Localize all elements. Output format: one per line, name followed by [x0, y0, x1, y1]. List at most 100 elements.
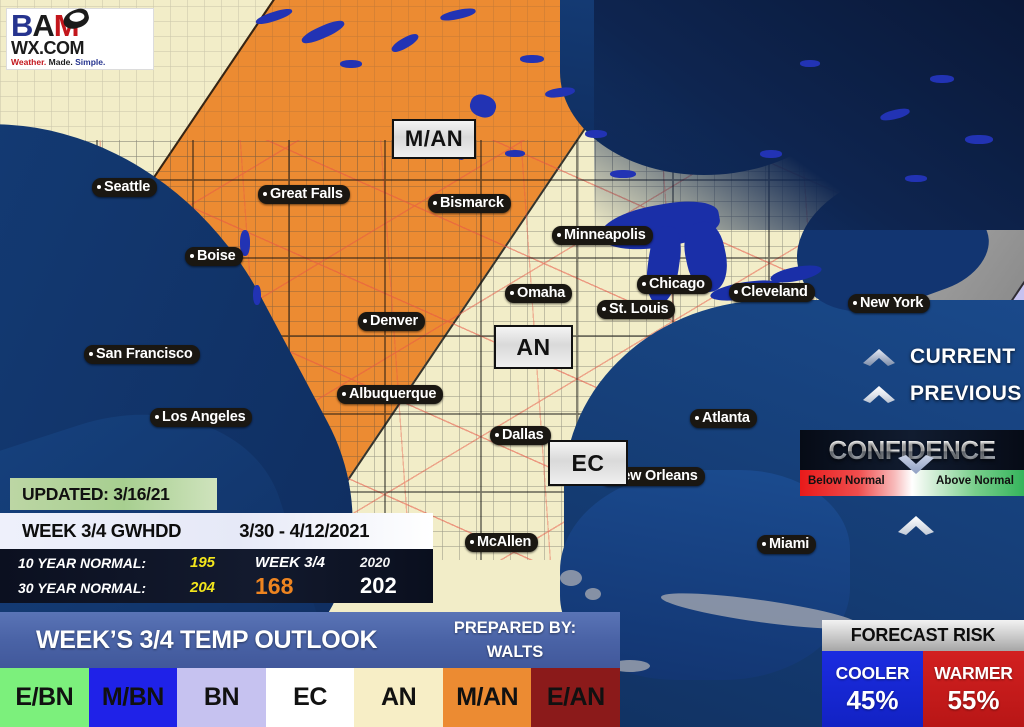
city-label: Cleveland: [729, 283, 815, 302]
lake-fleck: [253, 285, 261, 305]
lake-fleck: [965, 135, 993, 144]
current-indicator: CURRENT: [862, 345, 1015, 369]
island: [560, 570, 582, 586]
city-marker-dot: [433, 201, 437, 205]
legend-swatch-label: E/BN: [15, 683, 74, 711]
city-marker-dot: [470, 540, 474, 544]
legend-swatch-e-bn[interactable]: E/BN: [0, 668, 89, 727]
updated-text: UPDATED: 3/16/21: [22, 483, 170, 504]
row-value-10yr: 195: [190, 554, 216, 571]
city-name: Denver: [370, 313, 418, 329]
bamwx-logo: BAM WX.COM Weather. Made. Simple.: [6, 6, 154, 70]
city-marker-dot: [642, 282, 646, 286]
gwhdd-stats-table: 10 YEAR NORMAL: 195 WEEK 3/4 2020 30 YEA…: [0, 549, 433, 603]
row-value-30yr: 204: [190, 579, 216, 596]
tagline-made: Made.: [48, 57, 73, 67]
lake-fleck: [340, 60, 362, 68]
week-value: 168: [255, 573, 294, 599]
legend-swatch-label: BN: [203, 683, 240, 711]
prepared-by-label: PREPARED BY:: [453, 619, 577, 637]
tagline-simple: Simple.: [75, 57, 106, 67]
current-label: CURRENT: [910, 345, 1016, 368]
legend-swatch-label: M/AN: [456, 683, 519, 711]
city-label: Boise: [185, 247, 243, 266]
below-normal-label: Below Normal: [808, 475, 885, 487]
warmer-label: WARMER: [934, 662, 1013, 683]
city-name: Boise: [197, 248, 236, 264]
city-marker-dot: [853, 301, 857, 305]
zone-label-text: AN: [516, 333, 551, 360]
forecast-risk-body: COOLER 45% WARMER 55%: [822, 651, 1024, 727]
lake-fleck: [800, 60, 820, 67]
legend-swatch-e-an[interactable]: E/AN: [531, 668, 621, 727]
product-header-bar: WEEK 3/4 GWHDD 3/30 - 4/12/2021: [0, 513, 433, 549]
above-normal-label: Above Normal: [936, 475, 1014, 487]
legend-swatch-bn[interactable]: BN: [177, 668, 266, 727]
city-marker-dot: [363, 319, 367, 323]
legend-swatch-m-an[interactable]: M/AN: [442, 668, 532, 727]
city-label: San Francisco: [84, 345, 200, 364]
city-marker-dot: [155, 415, 159, 419]
city-label: Dallas: [490, 426, 551, 445]
lake-fleck: [585, 130, 607, 138]
prepared-by-name: WALTS: [486, 643, 544, 661]
temperature-legend: E/BN M/BN BN EC AN M/AN E/AN: [0, 668, 621, 727]
city-label: Omaha: [505, 284, 573, 303]
city-name: Los Angeles: [162, 409, 246, 425]
previous-label: PREVIOUS: [910, 382, 1022, 405]
lake-fleck: [905, 175, 927, 182]
warmer-risk-cell: WARMER 55%: [923, 651, 1024, 727]
legend-swatch-label: AN: [381, 683, 417, 711]
city-marker-dot: [602, 307, 606, 311]
logo-tagline: Weather. Made. Simple.: [11, 57, 149, 67]
city-label: Los Angeles: [150, 408, 253, 427]
city-name: Albuquerque: [349, 386, 437, 402]
tagline-weather: Weather.: [11, 57, 47, 67]
city-name: Seattle: [104, 179, 151, 195]
legend-swatch-an[interactable]: AN: [354, 668, 443, 727]
legend-swatch-label: M/BN: [101, 683, 164, 711]
zone-label-box: AN: [494, 325, 573, 369]
cooler-risk-cell: COOLER 45%: [822, 651, 923, 727]
chevron-up-icon: [863, 349, 895, 366]
city-label: New York: [848, 294, 931, 313]
city-label: Minneapolis: [552, 226, 653, 245]
row-label-10yr: 10 YEAR NORMAL:: [18, 555, 147, 571]
lake-fleck: [505, 150, 525, 157]
cooler-label: COOLER: [835, 662, 910, 683]
forecast-risk-title: FORECAST RISK: [850, 625, 996, 645]
lake-fleck: [760, 150, 782, 158]
city-marker-dot: [97, 185, 101, 189]
city-name: Atlanta: [702, 410, 750, 426]
lake-fleck: [610, 170, 636, 178]
zone-label-text: EC: [571, 449, 605, 476]
city-name: McAllen: [477, 534, 532, 550]
legend-swatch-label: E/AN: [546, 683, 605, 711]
island: [585, 588, 601, 600]
city-marker-dot: [762, 542, 766, 546]
city-marker-dot: [734, 290, 738, 294]
city-label: McAllen: [465, 533, 539, 552]
product-name: WEEK 3/4 GWHDD: [22, 520, 182, 541]
city-label: Seattle: [92, 178, 158, 197]
row-label-30yr: 30 YEAR NORMAL:: [18, 580, 147, 596]
outlook-title-bar: WEEK’S 3/4 TEMP OUTLOOK PREPARED BY: WAL…: [0, 612, 620, 668]
forecast-risk-header: FORECAST RISK: [822, 620, 1024, 651]
city-name: Great Falls: [270, 186, 343, 202]
chevron-up-icon: [863, 386, 895, 403]
legend-swatch-m-bn[interactable]: M/BN: [88, 668, 178, 727]
city-label: St. Louis: [597, 300, 676, 319]
city-marker-dot: [695, 416, 699, 420]
logo-domain: WX.COM: [11, 38, 85, 58]
lake-fleck: [520, 55, 544, 63]
legend-swatch-label: EC: [293, 683, 327, 711]
week-header: WEEK 3/4: [255, 554, 326, 571]
city-label: Denver: [358, 312, 425, 331]
table-row: 30 YEAR NORMAL: 204 168 202: [0, 573, 433, 602]
city-label: Bismarck: [428, 194, 511, 213]
lake-fleck: [930, 75, 954, 83]
date-range: 3/30 - 4/12/2021: [239, 520, 370, 541]
city-marker-dot: [263, 192, 267, 196]
legend-swatch-ec[interactable]: EC: [265, 668, 355, 727]
north-atlantic: [594, 0, 1024, 230]
